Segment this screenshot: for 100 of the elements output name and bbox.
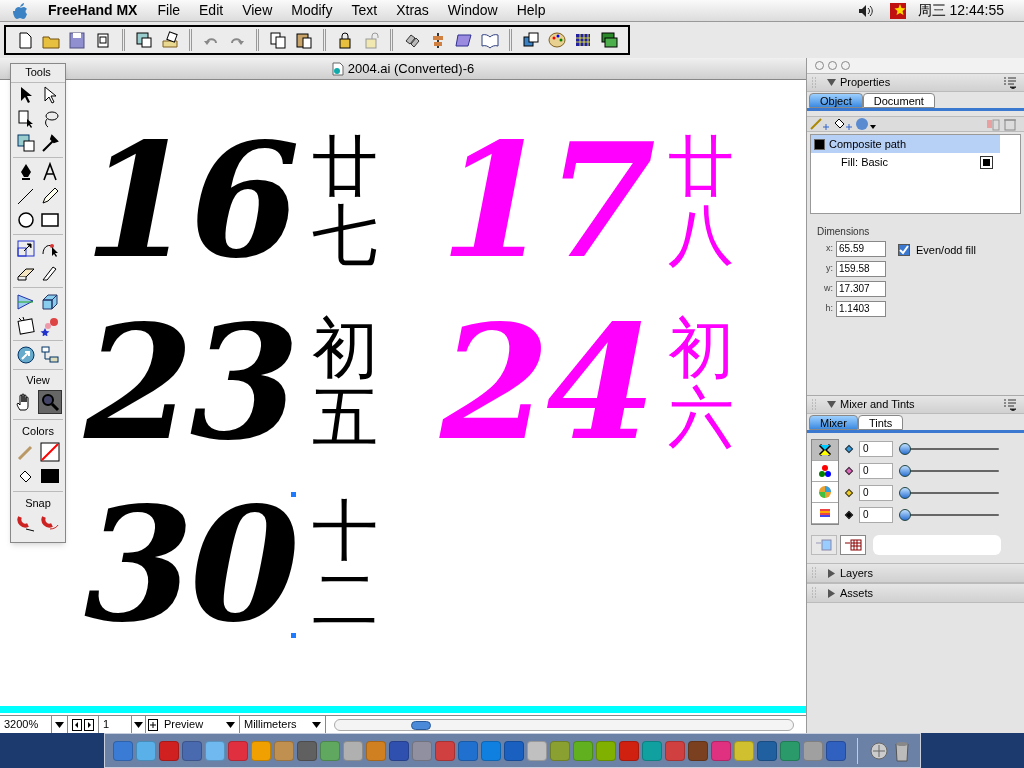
slider-thumb[interactable] (899, 465, 911, 477)
import-icon[interactable] (135, 31, 153, 49)
new-document-icon[interactable] (16, 31, 34, 49)
fill-add-icon[interactable] (832, 117, 854, 131)
app-menu[interactable]: FreeHand MX (48, 0, 138, 21)
text-tool-icon[interactable] (40, 161, 60, 182)
eyedropper-icon[interactable] (40, 132, 60, 153)
slider[interactable] (899, 487, 999, 499)
extrude-tool-icon[interactable] (40, 291, 60, 312)
panel-tab[interactable]: Document (862, 93, 935, 108)
collapse-triangle-icon[interactable] (827, 400, 836, 409)
app-icon[interactable] (388, 740, 409, 761)
menu-item[interactable]: Modify (291, 0, 333, 21)
graphic-hose-icon[interactable] (40, 315, 60, 336)
menu-clock[interactable]: 周三 12:44:55 (917, 0, 1004, 21)
input-field[interactable]: 0 (859, 463, 893, 479)
panel-tab[interactable]: Tints (857, 415, 904, 430)
grip-icon[interactable] (811, 587, 817, 599)
effects-icon[interactable] (855, 117, 877, 131)
input-field[interactable]: 0 (859, 485, 893, 501)
ellipse-tool-icon[interactable] (16, 209, 36, 230)
grip-icon[interactable] (811, 76, 817, 89)
apple-logo-icon[interactable] (12, 1, 28, 20)
document-frame-icon[interactable] (94, 31, 112, 49)
fill-swatch (981, 156, 992, 168)
menu-item[interactable]: View (242, 0, 273, 21)
system-color-icon[interactable] (818, 506, 832, 520)
add-to-grid-button[interactable] (840, 535, 866, 555)
grip-icon[interactable] (811, 567, 817, 579)
trace-icon[interactable] (16, 132, 36, 153)
volume-icon[interactable] (857, 3, 874, 18)
copy-icon[interactable] (269, 31, 287, 49)
input-field[interactable]: 1.1403 (836, 301, 886, 317)
panel-tab[interactable]: Object (809, 93, 863, 108)
zoom-icon[interactable] (40, 392, 60, 412)
collapse-triangle-icon[interactable] (827, 78, 836, 87)
layers-icon[interactable] (522, 31, 540, 49)
slider[interactable] (899, 443, 999, 455)
scroll-thumb[interactable] (411, 720, 431, 730)
menu-item[interactable]: File (157, 0, 181, 21)
magnet-icon[interactable] (40, 513, 60, 533)
perspective-tool-icon[interactable] (16, 291, 36, 312)
text-flow-icon[interactable] (455, 31, 473, 49)
menu-item[interactable]: Window (447, 0, 498, 21)
stroke-swatch-icon[interactable] (40, 441, 60, 462)
panel-options-icon[interactable] (1004, 398, 1016, 411)
calendar-date-number: 17 (440, 122, 652, 280)
object-list-item[interactable]: Fill: Basic (811, 153, 1000, 171)
connector-tool-icon[interactable] (40, 344, 60, 365)
book-icon[interactable] (481, 31, 499, 49)
magnet-icon[interactable] (16, 513, 36, 533)
dropdown-arrow-icon[interactable] (134, 721, 143, 728)
slider-thumb[interactable] (899, 487, 911, 499)
horizontal-scrollbar[interactable] (334, 718, 794, 731)
save-icon[interactable] (68, 31, 86, 49)
envelope-tool-icon[interactable] (16, 315, 36, 336)
input-field[interactable]: 0 (859, 507, 893, 523)
menu-item[interactable]: Edit (199, 0, 224, 21)
add-to-swatches-button[interactable] (811, 535, 837, 555)
menu-item[interactable]: Xtras (396, 0, 429, 21)
slider-thumb[interactable] (899, 509, 911, 521)
next-page-icon[interactable] (84, 718, 94, 731)
checkbox[interactable] (898, 244, 910, 256)
zoom-field[interactable]: 3200% (0, 716, 52, 733)
palette-icon[interactable] (548, 31, 566, 49)
expand-triangle-icon[interactable] (827, 568, 836, 578)
slider-thumb[interactable] (899, 443, 911, 455)
rgb-mode-icon[interactable] (818, 464, 832, 478)
expand-triangle-icon[interactable] (827, 588, 836, 598)
slider[interactable] (899, 509, 999, 521)
hls-mode-icon[interactable] (818, 485, 832, 499)
add-page-icon[interactable] (148, 718, 158, 731)
menu-item[interactable]: Help (516, 0, 546, 21)
pencil-icon[interactable] (40, 185, 60, 206)
dropdown-arrow-icon[interactable] (55, 721, 64, 728)
stacked-windows-icon[interactable] (600, 31, 618, 49)
chart-tool-icon[interactable] (16, 344, 36, 365)
export-icon[interactable] (161, 31, 179, 49)
object-list-item[interactable]: Composite path (811, 135, 1000, 153)
lock-icon[interactable] (336, 31, 354, 49)
previous-page-icon[interactable] (72, 718, 82, 731)
panel-title[interactable]: Layers (840, 564, 874, 582)
dropdown-arrow-icon (226, 721, 235, 728)
app-icon[interactable] (687, 740, 708, 761)
input-field[interactable]: 65.59 (836, 241, 886, 257)
network-icon[interactable] (868, 740, 889, 761)
panel-title[interactable]: Assets (840, 584, 873, 602)
cmyk-mode-icon[interactable] (818, 443, 832, 457)
input-field[interactable]: 159.58 (836, 261, 886, 277)
star-app-icon[interactable] (889, 2, 906, 19)
panel-options-icon[interactable] (1004, 76, 1016, 89)
input-field[interactable]: 0 (859, 441, 893, 457)
paste-icon[interactable] (295, 31, 313, 49)
input-field[interactable]: 17.307 (836, 281, 886, 297)
swatch-grid-icon[interactable] (574, 31, 592, 49)
scale-tool-icon[interactable] (16, 238, 36, 259)
panel-tab[interactable]: Mixer (809, 415, 858, 430)
slider[interactable] (899, 465, 999, 477)
grip-icon[interactable] (811, 398, 817, 411)
menu-item[interactable]: Text (351, 0, 378, 21)
